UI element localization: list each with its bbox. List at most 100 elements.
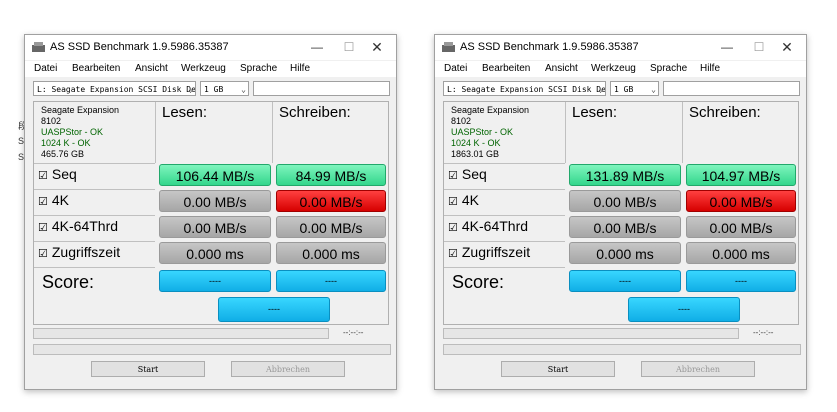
read-header: Lesen:	[565, 102, 682, 163]
seq-write-result: 84.99 MB/s	[276, 164, 386, 186]
4k-write-result: 0.00 MB/s	[686, 190, 796, 212]
4k64-read-result: 0.00 MB/s	[159, 216, 271, 238]
checkbox-icon: ☑	[38, 248, 48, 260]
info-textbox[interactable]	[663, 81, 800, 96]
menu-bearbeiten[interactable]: Bearbeiten	[482, 63, 530, 74]
abort-button[interactable]: Abbrechen	[231, 361, 345, 377]
4k-checkbox[interactable]: ☑ 4K	[444, 189, 565, 213]
close-button[interactable]: ✕	[772, 37, 802, 57]
row-label: 4K	[51, 192, 69, 208]
checkbox-icon: ☑	[448, 222, 458, 234]
access-write-result: 0.000 ms	[276, 242, 386, 264]
score-read: ----	[569, 270, 681, 292]
menu-sprache[interactable]: Sprache	[650, 63, 687, 74]
minimize-button[interactable]: —	[302, 37, 332, 57]
seq-read-result: 131.89 MB/s	[569, 164, 681, 186]
seq-write-result: 104.97 MB/s	[686, 164, 796, 186]
maximize-button[interactable]: ☐	[334, 37, 364, 57]
4k64-checkbox[interactable]: ☑ 4K-64Thrd	[34, 215, 155, 239]
access-write-result: 0.000 ms	[686, 242, 796, 264]
seq-checkbox[interactable]: ☑ Seq	[34, 163, 155, 187]
chevron-down-icon: ⌄	[188, 85, 193, 94]
access-time-checkbox[interactable]: ☑ Zugriffszeit	[444, 241, 565, 265]
score-write: ----	[686, 270, 796, 292]
total-progress-bar	[33, 344, 391, 355]
benchmark-window-1: AS SSD Benchmark 1.9.5986.35387 — ☐ ✕ Da…	[24, 34, 397, 390]
benchmark-window-2: AS SSD Benchmark 1.9.5986.35387 — ☐ ✕ Da…	[434, 34, 807, 390]
row-label: 4K	[461, 192, 479, 208]
row-label: Zugriffszeit	[51, 244, 121, 260]
score-write: ----	[276, 270, 386, 292]
4k64-write-result: 0.00 MB/s	[686, 216, 796, 238]
chevron-down-icon: ⌄	[651, 85, 656, 94]
score-label: Score:	[34, 267, 155, 324]
size-select[interactable]: 1 GB ⌄	[610, 81, 659, 96]
checkbox-icon: ☑	[38, 222, 48, 234]
access-read-result: 0.000 ms	[159, 242, 271, 264]
4k-read-result: 0.00 MB/s	[159, 190, 271, 212]
drive-select[interactable]: L: Seagate Expansion SCSI Disk De ⌄	[33, 81, 196, 96]
checkbox-icon: ☑	[38, 196, 48, 208]
4k64-read-result: 0.00 MB/s	[569, 216, 681, 238]
menu-hilfe[interactable]: Hilfe	[290, 63, 310, 74]
menu-datei[interactable]: Datei	[444, 63, 467, 74]
4k64-write-result: 0.00 MB/s	[276, 216, 386, 238]
window-title: AS SSD Benchmark 1.9.5986.35387	[460, 41, 639, 53]
read-header: Lesen:	[155, 102, 272, 163]
results-grid: Seagate Expansion 8102 UASPStor - OK 102…	[443, 101, 799, 325]
checkbox-icon: ☑	[448, 170, 458, 182]
menu-werkzeug[interactable]: Werkzeug	[181, 63, 226, 74]
driver-status: UASPStor - OK	[451, 127, 514, 137]
row-label: 4K-64Thrd	[51, 218, 119, 234]
menu-bearbeiten[interactable]: Bearbeiten	[72, 63, 120, 74]
alignment-status: 1024 K - OK	[41, 138, 91, 148]
drive-select[interactable]: L: Seagate Expansion SCSI Disk De ⌄	[443, 81, 606, 96]
menu-ansicht[interactable]: Ansicht	[135, 63, 168, 74]
size-select-value: 1 GB	[204, 85, 224, 94]
abort-button[interactable]: Abbrechen	[641, 361, 755, 377]
access-time-checkbox[interactable]: ☑ Zugriffszeit	[34, 241, 155, 265]
app-icon	[442, 42, 455, 52]
size-select[interactable]: 1 GB ⌄	[200, 81, 249, 96]
checkbox-icon: ☑	[448, 248, 458, 260]
score-label: Score:	[444, 267, 565, 324]
menu-datei[interactable]: Datei	[34, 63, 57, 74]
4k-read-result: 0.00 MB/s	[569, 190, 681, 212]
title-bar[interactable]: AS SSD Benchmark 1.9.5986.35387 — ☐ ✕	[25, 35, 396, 60]
chevron-down-icon: ⌄	[241, 85, 246, 94]
4k64-checkbox[interactable]: ☑ 4K-64Thrd	[444, 215, 565, 239]
minimize-button[interactable]: —	[712, 37, 742, 57]
menu-sprache[interactable]: Sprache	[240, 63, 277, 74]
driver-status: UASPStor - OK	[41, 127, 104, 137]
progress-bar	[443, 328, 739, 339]
elapsed-time: --:--:--	[753, 328, 774, 337]
total-progress-bar	[443, 344, 801, 355]
checkbox-icon: ☑	[448, 196, 458, 208]
drive-capacity: 1863.01 GB	[451, 149, 500, 159]
row-label: Seq	[461, 166, 487, 182]
drive-select-value: L: Seagate Expansion SCSI Disk De	[37, 85, 196, 94]
info-textbox[interactable]	[253, 81, 390, 96]
checkbox-icon: ☑	[38, 170, 48, 182]
write-header: Schreiben:	[272, 102, 388, 163]
elapsed-time: --:--:--	[343, 328, 364, 337]
seq-checkbox[interactable]: ☑ Seq	[444, 163, 565, 187]
menu-ansicht[interactable]: Ansicht	[545, 63, 578, 74]
row-label: Zugriffszeit	[461, 244, 531, 260]
progress-bar	[33, 328, 329, 339]
maximize-button[interactable]: ☐	[744, 37, 774, 57]
menu-bar: Datei Bearbeiten Ansicht Werkzeug Sprach…	[25, 61, 396, 77]
drive-model: 8102	[41, 116, 62, 126]
start-button[interactable]: Start	[501, 361, 615, 377]
menu-bar: Datei Bearbeiten Ansicht Werkzeug Sprach…	[435, 61, 806, 77]
close-button[interactable]: ✕	[362, 37, 392, 57]
window-title: AS SSD Benchmark 1.9.5986.35387	[50, 41, 229, 53]
start-button[interactable]: Start	[91, 361, 205, 377]
menu-hilfe[interactable]: Hilfe	[700, 63, 720, 74]
menu-werkzeug[interactable]: Werkzeug	[591, 63, 636, 74]
results-grid: Seagate Expansion 8102 UASPStor - OK 102…	[33, 101, 389, 325]
score-read: ----	[159, 270, 271, 292]
4k-checkbox[interactable]: ☑ 4K	[34, 189, 155, 213]
toolbar: L: Seagate Expansion SCSI Disk De ⌄ 1 GB…	[25, 78, 396, 100]
title-bar[interactable]: AS SSD Benchmark 1.9.5986.35387 — ☐ ✕	[435, 35, 806, 60]
